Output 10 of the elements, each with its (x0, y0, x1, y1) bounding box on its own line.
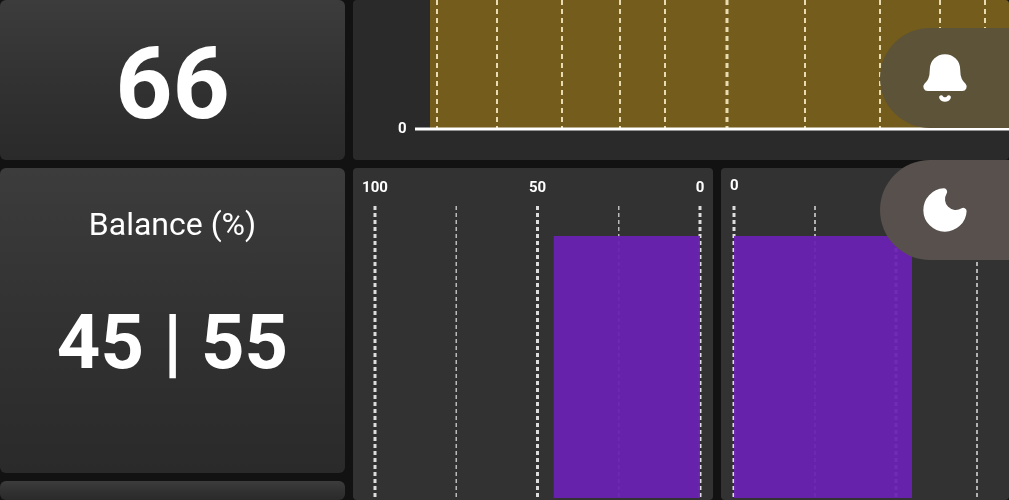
metric-value: 66 (115, 26, 230, 134)
night-mode-button[interactable] (880, 160, 1009, 260)
metric-value: 45 | 55 (56, 304, 289, 380)
metric-title: Balance (%) (88, 204, 257, 245)
axis-tick-label: 0 (730, 175, 739, 196)
axis-tick-label: 100 (362, 178, 388, 196)
axis-tick-label: 0 (695, 178, 705, 196)
notifications-button[interactable] (880, 28, 1009, 128)
axis-tick-label: 50 (528, 178, 547, 196)
axis-tick-label: 0 (398, 118, 407, 139)
